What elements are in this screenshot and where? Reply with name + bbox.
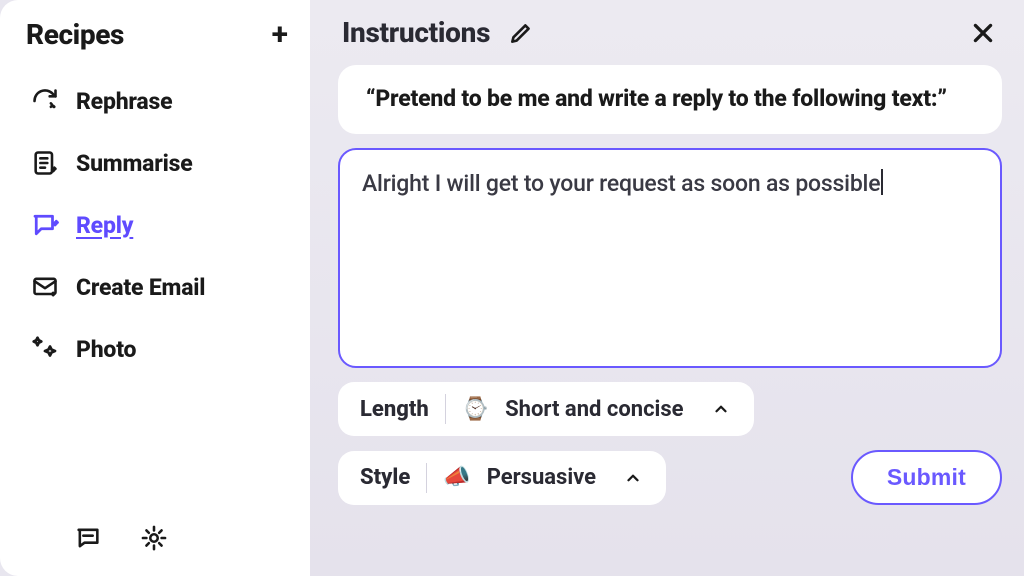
megaphone-icon: 📣 xyxy=(443,465,470,490)
email-icon xyxy=(30,272,60,302)
prompt-card: “Pretend to be me and write a reply to t… xyxy=(338,65,1002,134)
divider xyxy=(426,463,427,493)
sidebar-item-label: Reply xyxy=(76,212,133,239)
sidebar-item-create-email[interactable]: Create Email xyxy=(18,259,292,315)
reply-icon xyxy=(30,210,60,240)
close-button[interactable] xyxy=(970,20,996,46)
feedback-button[interactable] xyxy=(72,522,104,554)
divider xyxy=(445,394,446,424)
length-row: Length ⌚ Short and concise xyxy=(338,382,1002,436)
settings-button[interactable] xyxy=(138,522,170,554)
recipe-list: Rephrase Summarise Reply xyxy=(18,73,292,377)
bottom-row: Style 📣 Persuasive Submit xyxy=(338,450,1002,505)
reply-input-value: Alright I will get to your request as so… xyxy=(362,170,880,197)
gear-icon xyxy=(140,524,168,552)
sidebar-header: Recipes + xyxy=(18,14,292,69)
main-panel: Instructions “Pretend to be me and write… xyxy=(310,0,1024,576)
text-caret xyxy=(881,169,883,195)
sidebar-item-reply[interactable]: Reply xyxy=(18,197,292,253)
sidebar-item-label: Photo xyxy=(76,336,136,363)
add-recipe-button[interactable]: + xyxy=(272,20,288,50)
sidebar: Recipes + Rephrase xyxy=(0,0,310,576)
length-selector[interactable]: Length ⌚ Short and concise xyxy=(338,382,754,436)
chevron-up-icon[interactable] xyxy=(708,396,734,422)
sidebar-item-summarise[interactable]: Summarise xyxy=(18,135,292,191)
sidebar-item-label: Rephrase xyxy=(76,88,172,115)
length-value: Short and concise xyxy=(505,397,683,422)
style-selector[interactable]: Style 📣 Persuasive xyxy=(338,451,666,505)
chevron-up-icon[interactable] xyxy=(620,465,646,491)
rephrase-icon xyxy=(30,86,60,116)
pencil-icon xyxy=(508,20,534,46)
sidebar-item-photo[interactable]: Photo xyxy=(18,321,292,377)
style-label: Style xyxy=(360,465,410,490)
edit-instructions-button[interactable] xyxy=(508,20,534,46)
prompt-text: “Pretend to be me and write a reply to t… xyxy=(366,85,947,112)
sidebar-item-label: Create Email xyxy=(76,274,205,301)
photo-sparkle-icon xyxy=(30,334,60,364)
length-label: Length xyxy=(360,397,429,422)
sidebar-footer xyxy=(18,522,292,558)
recipes-title: Recipes xyxy=(26,18,124,51)
plus-icon: + xyxy=(272,17,288,52)
close-icon xyxy=(970,20,996,46)
main-header: Instructions xyxy=(338,14,1002,51)
instructions-title: Instructions xyxy=(342,16,490,49)
summarise-icon xyxy=(30,148,60,178)
main-title-wrap: Instructions xyxy=(342,16,534,49)
sidebar-item-rephrase[interactable]: Rephrase xyxy=(18,73,292,129)
watch-icon: ⌚ xyxy=(462,397,489,422)
chat-icon xyxy=(74,524,102,552)
sidebar-item-label: Summarise xyxy=(76,150,192,177)
reply-input[interactable]: Alright I will get to your request as so… xyxy=(338,148,1002,368)
submit-button[interactable]: Submit xyxy=(851,450,1002,505)
style-value: Persuasive xyxy=(487,465,596,490)
